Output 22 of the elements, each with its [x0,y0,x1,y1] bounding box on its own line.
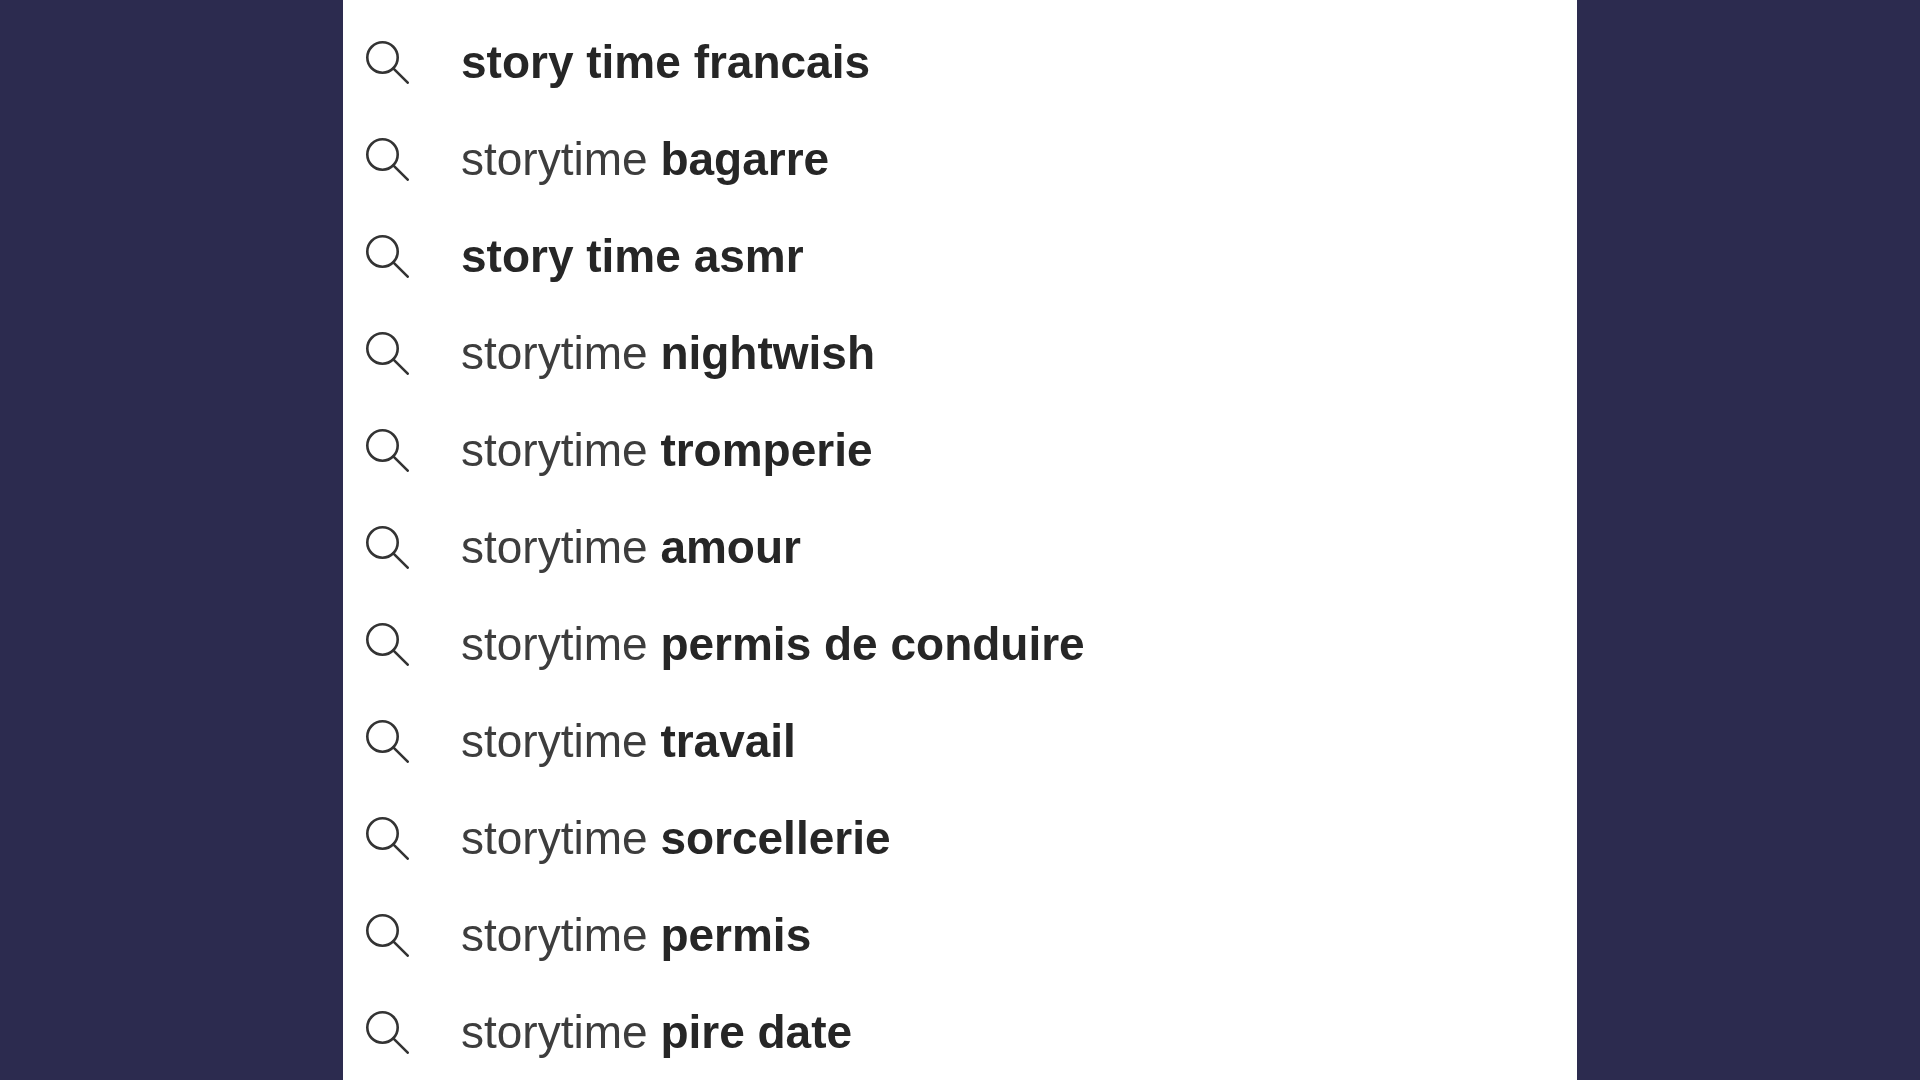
search-suggestion[interactable]: storytime pire date [365,1003,853,1060]
search-suggestion[interactable]: story time asmr [365,227,804,284]
search-icon [365,136,409,181]
search-icon [365,330,409,375]
search-suggestion[interactable]: story time francais [365,33,871,90]
search-suggestion[interactable]: storytime amour [365,518,801,575]
search-suggestion[interactable]: storytime nightwish [365,324,875,381]
search-icon [365,524,409,569]
search-suggestion[interactable]: storytime bagarre [365,130,830,187]
search-icon [365,621,409,666]
search-suggestion[interactable]: storytime travail [365,712,796,769]
search-suggestion[interactable]: storytime permis de conduire [365,615,1085,672]
search-icon [365,912,409,957]
search-suggestion[interactable]: storytime tromperie [365,421,873,478]
search-icon [365,815,409,860]
search-suggestion[interactable]: storytime permis [365,906,812,963]
search-icon [365,39,409,84]
search-icon [365,233,409,278]
search-suggestion[interactable]: storytime sorcellerie [365,809,891,866]
search-icon [365,718,409,763]
search-icon [365,1009,409,1054]
search-icon [365,427,409,472]
